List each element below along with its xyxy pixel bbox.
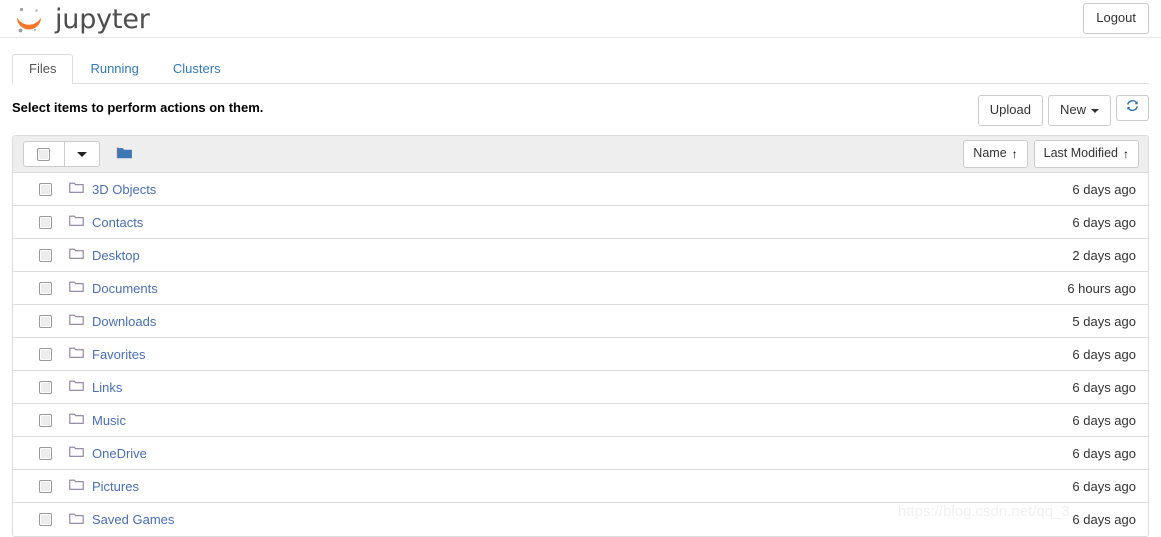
tab-files[interactable]: Files (12, 54, 74, 84)
folder-icon (69, 379, 84, 395)
file-name-link[interactable]: Documents (92, 281, 158, 296)
folder-icon (69, 280, 84, 296)
folder-icon (69, 313, 84, 329)
last-modified-cell: 6 days ago (1072, 478, 1136, 494)
last-modified-cell: 5 days ago (1072, 313, 1136, 329)
file-name-link[interactable]: 3D Objects (92, 182, 156, 197)
table-row[interactable]: Music 6 days ago (13, 404, 1148, 438)
last-modified-cell: 2 days ago (1072, 247, 1136, 263)
table-row[interactable]: Desktop 2 days ago (13, 239, 1148, 273)
file-name-link[interactable]: Downloads (92, 314, 156, 329)
folder-icon (69, 214, 84, 230)
folder-icon (69, 346, 84, 362)
table-row[interactable]: Contacts 6 days ago (13, 206, 1148, 240)
row-checkbox[interactable] (39, 347, 52, 361)
jupyter-logo-icon (12, 3, 46, 37)
refresh-button[interactable] (1116, 95, 1149, 121)
logout-button[interactable]: Logout (1083, 3, 1149, 35)
folder-icon (69, 247, 84, 263)
row-checkbox[interactable] (39, 413, 52, 427)
chevron-down-icon (77, 151, 87, 157)
select-all-group (23, 141, 100, 168)
tab-running[interactable]: Running (73, 54, 155, 84)
table-row[interactable]: Pictures 6 days ago (13, 470, 1148, 504)
brand[interactable]: jupyter (12, 3, 150, 37)
select-all-button[interactable] (23, 141, 65, 168)
refresh-icon (1125, 98, 1140, 118)
upload-button[interactable]: Upload (977, 95, 1043, 127)
folder-icon (69, 181, 84, 197)
chevron-down-icon (1091, 108, 1099, 113)
folder-icon (69, 412, 84, 428)
last-modified-cell: 6 days ago (1072, 214, 1136, 230)
row-checkbox[interactable] (39, 215, 52, 229)
actions-row: Select items to perform actions on them.… (0, 84, 1161, 127)
file-name-link[interactable]: Pictures (92, 479, 139, 494)
file-rows: 3D Objects 6 days ago Contacts 6 days ag… (13, 173, 1148, 537)
file-name-link[interactable]: Music (92, 413, 126, 428)
last-modified-cell: 6 days ago (1072, 445, 1136, 461)
select-all-checkbox[interactable] (37, 147, 50, 161)
select-all-dropdown-button[interactable] (65, 141, 100, 168)
row-checkbox[interactable] (39, 314, 52, 328)
row-checkbox[interactable] (39, 281, 52, 295)
row-checkbox[interactable] (39, 513, 52, 527)
last-modified-cell: 6 days ago (1072, 412, 1136, 428)
folder-filled-icon (116, 146, 133, 163)
file-list-header: Name ↑ Last Modified ↑ (13, 136, 1148, 174)
file-name-link[interactable]: Links (92, 380, 122, 395)
table-row[interactable]: Links 6 days ago (13, 371, 1148, 405)
brand-title: jupyter (55, 4, 150, 35)
folder-icon (69, 445, 84, 461)
row-checkbox[interactable] (39, 446, 52, 460)
folder-icon (69, 478, 84, 494)
row-checkbox[interactable] (39, 479, 52, 493)
file-name-link[interactable]: Desktop (92, 248, 140, 263)
table-row[interactable]: Downloads 5 days ago (13, 305, 1148, 339)
table-row[interactable]: Favorites 6 days ago (13, 338, 1148, 372)
last-modified-cell: 6 days ago (1072, 379, 1136, 395)
file-name-link[interactable]: Favorites (92, 347, 145, 362)
last-modified-cell: 6 days ago (1072, 512, 1136, 528)
sort-name-label: Name (973, 145, 1007, 160)
last-modified-cell: 6 days ago (1072, 181, 1136, 197)
sort-modified-label: Last Modified (1043, 145, 1118, 160)
arrow-up-icon: ↑ (1011, 146, 1018, 161)
last-modified-cell: 6 days ago (1072, 346, 1136, 362)
new-button[interactable]: New (1047, 95, 1111, 127)
tab-clusters[interactable]: Clusters (156, 54, 238, 84)
tab-list: Files Running Clusters (12, 54, 1149, 84)
tabs-container: Files Running Clusters (0, 38, 1161, 84)
last-modified-cell: 6 hours ago (1067, 280, 1136, 296)
page-header: jupyter Logout (0, 0, 1161, 38)
row-checkbox[interactable] (39, 380, 52, 394)
breadcrumb-root-folder[interactable] (116, 146, 133, 163)
file-name-link[interactable]: OneDrive (92, 446, 147, 461)
folder-icon (69, 512, 84, 528)
sort-by-name-button[interactable]: Name ↑ (963, 139, 1028, 169)
table-row[interactable]: Documents 6 hours ago (13, 272, 1148, 306)
file-list: Name ↑ Last Modified ↑ 3D Objects 6 days… (12, 135, 1149, 537)
new-button-label: New (1059, 102, 1086, 117)
action-buttons: Upload New (977, 95, 1149, 127)
row-checkbox[interactable] (39, 182, 52, 196)
sort-buttons: Name ↑ Last Modified ↑ (963, 139, 1139, 169)
sort-by-modified-button[interactable]: Last Modified ↑ (1033, 139, 1139, 169)
file-name-link[interactable]: Contacts (92, 215, 143, 230)
table-row[interactable]: 3D Objects 6 days ago (13, 173, 1148, 207)
file-name-link[interactable]: Saved Games (92, 512, 174, 527)
table-row[interactable]: Saved Games 6 days ago (13, 503, 1148, 537)
table-row[interactable]: OneDrive 6 days ago (13, 437, 1148, 471)
select-items-hint: Select items to perform actions on them. (12, 100, 264, 115)
row-checkbox[interactable] (39, 248, 52, 262)
arrow-up-icon: ↑ (1123, 146, 1129, 161)
